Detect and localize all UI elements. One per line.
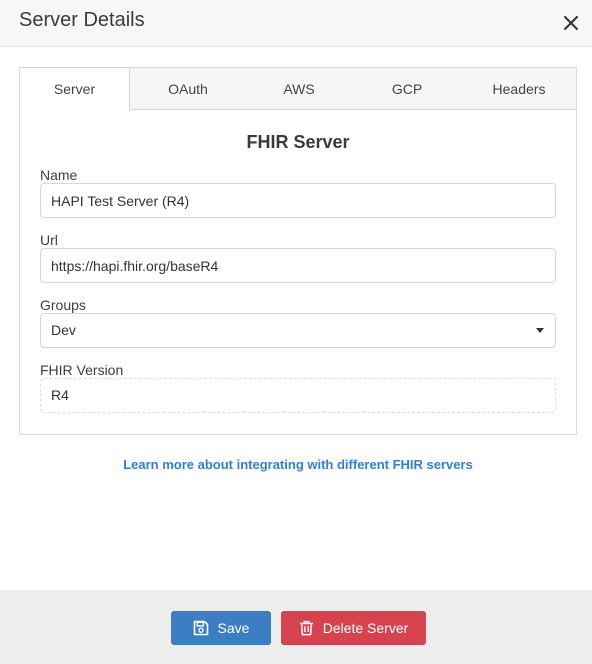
server-panel: Server OAuth AWS GCP Headers FHIR Server… <box>19 67 577 435</box>
groups-select[interactable]: Dev <box>40 313 556 348</box>
save-button[interactable]: Save <box>171 611 271 645</box>
tab-headers[interactable]: Headers <box>462 68 576 110</box>
tab-aws[interactable]: AWS <box>246 68 352 110</box>
trash-icon <box>299 620 313 636</box>
groups-label: Groups <box>40 297 86 313</box>
tab-oauth[interactable]: OAuth <box>130 68 246 110</box>
floppy-disk-icon <box>193 620 208 636</box>
url-label: Url <box>40 232 58 248</box>
dialog-title: Server Details <box>19 9 145 31</box>
delete-label: Delete Server <box>322 620 409 636</box>
tab-server[interactable]: Server <box>20 68 130 111</box>
groups-selected-value: Dev <box>51 322 76 338</box>
name-input[interactable] <box>40 183 556 218</box>
learn-more-link[interactable]: Learn more about integrating with differ… <box>0 457 592 472</box>
section-title: FHIR Server <box>246 132 350 152</box>
tab-gcp[interactable]: GCP <box>352 68 462 110</box>
url-input[interactable] <box>40 248 556 283</box>
dialog-header: Server Details <box>0 0 592 47</box>
delete-server-button[interactable]: Delete Server <box>281 611 426 645</box>
caret-down-icon <box>536 328 544 333</box>
dialog-footer: Save Delete Server <box>0 590 592 664</box>
close-button[interactable] <box>560 12 582 34</box>
save-label: Save <box>217 620 250 636</box>
close-icon <box>564 16 578 30</box>
server-details-dialog: Server Details Server OAuth AWS GCP Head… <box>0 0 592 664</box>
fhir-version-field: R4 <box>40 378 556 413</box>
fhir-version-label: FHIR Version <box>40 362 124 378</box>
name-label: Name <box>40 167 78 183</box>
tab-bar: Server OAuth AWS GCP Headers <box>20 68 576 111</box>
